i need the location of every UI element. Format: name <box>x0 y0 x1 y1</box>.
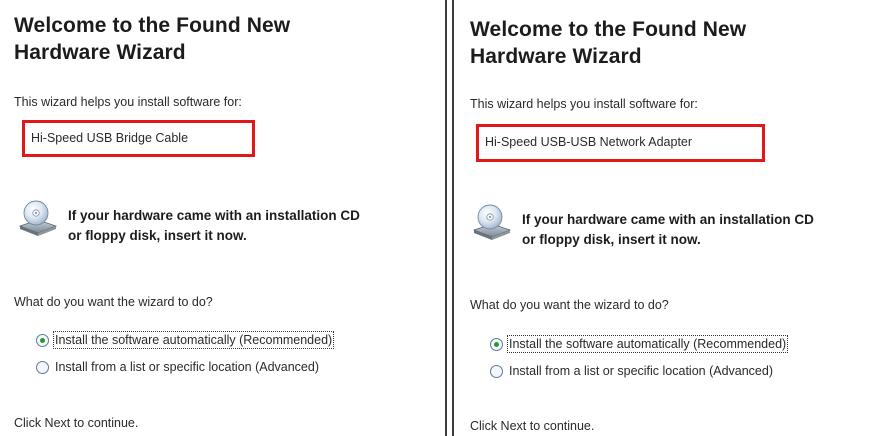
wizard-footer-text: Click Next to continue. <box>470 419 595 433</box>
wizard-question: What do you want the wizard to do? <box>14 295 213 309</box>
wizard-title: Welcome to the Found New Hardware Wizard <box>14 12 290 66</box>
wizard-title-line1: Welcome to the Found New <box>470 18 747 41</box>
wizard-panel-left: Welcome to the Found New Hardware Wizard… <box>0 0 447 436</box>
cd-instruction-line1: If your hardware came with an installati… <box>68 208 360 223</box>
device-name-highlight: Hi-Speed USB Bridge Cable <box>22 120 255 157</box>
device-name-highlight: Hi-Speed USB-USB Network Adapter <box>476 124 765 162</box>
wizard-title-line1: Welcome to the Found New <box>14 14 291 37</box>
radio-install-from-list[interactable] <box>36 360 49 374</box>
wizard-title-line2: Hardware Wizard <box>14 41 186 64</box>
wizard-question: What do you want the wizard to do? <box>470 298 669 312</box>
option-install-from-list[interactable]: Install from a list or specific location… <box>36 360 319 374</box>
option-install-from-list-label[interactable]: Install from a list or specific location… <box>55 360 319 374</box>
cd-instruction: If your hardware came with an installati… <box>522 210 814 250</box>
cd-instruction-line1: If your hardware came with an installati… <box>522 212 814 227</box>
cd-drive-icon <box>18 200 58 236</box>
option-install-from-list-label[interactable]: Install from a list or specific location… <box>509 364 773 378</box>
option-install-automatically-label[interactable]: Install the software automatically (Reco… <box>506 335 789 353</box>
option-install-from-list[interactable]: Install from a list or specific location… <box>490 364 773 378</box>
option-install-automatically-label[interactable]: Install the software automatically (Reco… <box>52 331 335 349</box>
wizard-footer-text: Click Next to continue. <box>14 416 139 430</box>
cd-drive-icon <box>472 204 512 240</box>
radio-install-from-list[interactable] <box>490 364 503 378</box>
cd-instruction: If your hardware came with an installati… <box>68 206 360 246</box>
wizard-title-line2: Hardware Wizard <box>470 45 642 68</box>
radio-install-automatically[interactable] <box>36 333 49 347</box>
wizard-panel-right: Welcome to the Found New Hardware Wizard… <box>454 0 888 436</box>
panel-divider-left <box>445 0 447 436</box>
cd-instruction-line2: or floppy disk, insert it now. <box>68 228 247 243</box>
wizard-intro-text: This wizard helps you install software f… <box>14 95 242 109</box>
wizard-title: Welcome to the Found New Hardware Wizard <box>470 16 746 70</box>
option-install-automatically[interactable]: Install the software automatically (Reco… <box>36 331 335 349</box>
radio-install-automatically[interactable] <box>490 337 503 351</box>
wizard-intro-text: This wizard helps you install software f… <box>470 97 698 111</box>
device-name: Hi-Speed USB-USB Network Adapter <box>485 135 693 149</box>
device-name: Hi-Speed USB Bridge Cable <box>31 131 189 145</box>
option-install-automatically[interactable]: Install the software automatically (Reco… <box>490 335 789 353</box>
cd-instruction-line2: or floppy disk, insert it now. <box>522 232 701 247</box>
